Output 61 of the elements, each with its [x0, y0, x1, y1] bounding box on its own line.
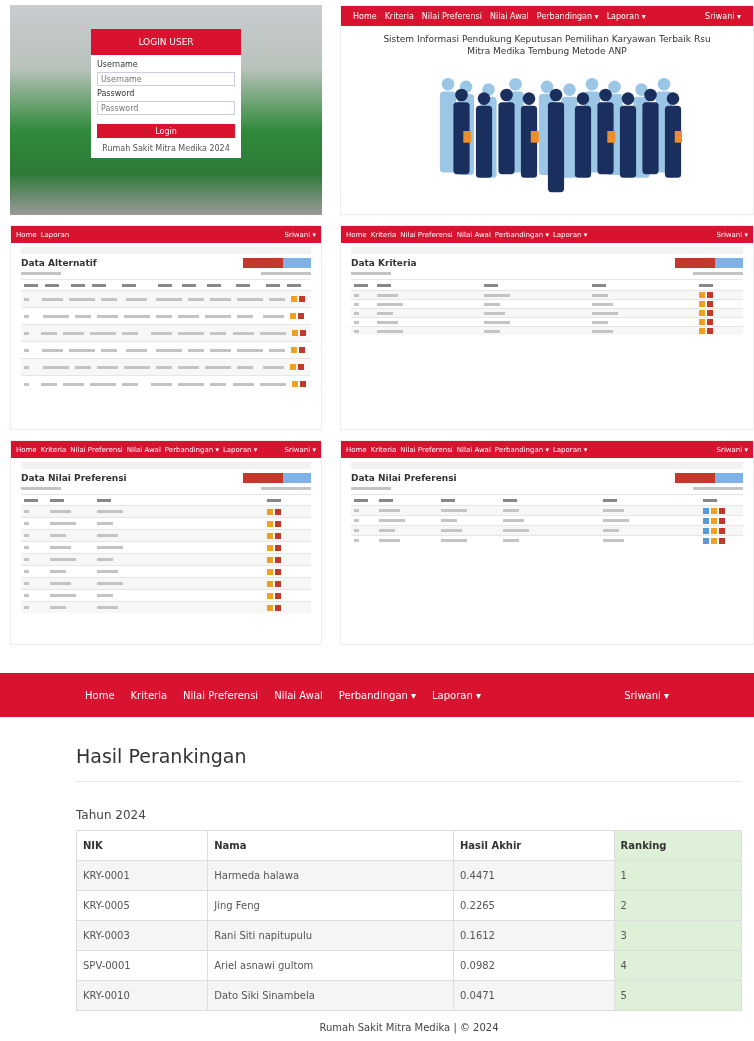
- table-cell: KRY-0010: [76, 980, 208, 1011]
- table-cell: 1: [614, 860, 742, 891]
- system-title: Sistem Informasi Pendukung Keputusan Pemilihan Karyawan Terbaik Rsu Mitra Medika Tembung Metode ANP: [382, 33, 712, 58]
- field-label: Username: [97, 60, 139, 69]
- table-cell: 2: [614, 890, 742, 921]
- input-field[interactable]: Password: [97, 101, 235, 115]
- page-title: Data Alternatif: [21, 258, 97, 268]
- add-button[interactable]: [243, 258, 283, 268]
- print-button[interactable]: [715, 258, 743, 268]
- nav-link[interactable]: Perbandingan ▾: [338, 689, 417, 701]
- column-header: Hasil Akhir: [453, 830, 615, 861]
- table-cell: Harmeda halawa: [207, 860, 454, 891]
- add-button[interactable]: [243, 473, 283, 483]
- print-button[interactable]: [283, 473, 311, 483]
- nav-link[interactable]: Home: [85, 689, 115, 701]
- table-cell: 4: [614, 950, 742, 981]
- year-label: Tahun 2024: [76, 808, 147, 822]
- table-cell: Dato Siki Sinambela: [207, 980, 454, 1011]
- footer-text: Rumah Sakit Mitra Medika | © 2024: [318, 1021, 500, 1036]
- nav-link[interactable]: Laporan ▾: [606, 11, 646, 21]
- column-header: Ranking: [614, 830, 742, 861]
- table-cell: 0.1612: [453, 920, 615, 951]
- table-cell: 5: [614, 980, 742, 1011]
- nav-link[interactable]: Nilai Awal: [489, 11, 529, 21]
- nav-link[interactable]: Nilai Preferensi: [183, 689, 259, 701]
- table-cell: SPV-0001: [76, 950, 208, 981]
- page-title: Data Kriteria: [351, 258, 417, 268]
- table-cell: KRY-0001: [76, 860, 208, 891]
- user-menu[interactable]: Sriwani ▾: [705, 11, 741, 21]
- login-button[interactable]: Login: [97, 124, 235, 138]
- table-cell: 0.0471: [453, 980, 615, 1011]
- nav-link[interactable]: Laporan ▾: [432, 689, 481, 701]
- table-cell: Rani Siti napitupulu: [207, 920, 454, 951]
- add-button[interactable]: [675, 258, 715, 268]
- input-field[interactable]: Username: [97, 72, 235, 86]
- table-cell: 0.0982: [453, 950, 615, 981]
- table-cell: Ariel asnawi gultom: [207, 950, 454, 981]
- table-cell: 3: [614, 920, 742, 951]
- footer-text: Rumah Sakit Mitra Medika 2024: [101, 144, 231, 153]
- nav-link[interactable]: Perbandingan ▾: [536, 11, 599, 21]
- login-title: LOGIN USER: [91, 29, 241, 55]
- nav-link[interactable]: Nilai Preferensi: [421, 11, 482, 21]
- user-menu[interactable]: Sriwani ▾: [624, 689, 669, 701]
- table-cell: KRY-0003: [76, 920, 208, 951]
- page-title: Hasil Perankingan: [76, 745, 742, 782]
- nav-link[interactable]: Kriteria: [130, 689, 168, 701]
- table-cell: KRY-0005: [76, 890, 208, 921]
- table-cell: 0.4471: [453, 860, 615, 891]
- field-label: Password: [97, 89, 136, 98]
- nav-link[interactable]: Home: [353, 11, 377, 21]
- page-title: Data Nilai Preferensi: [351, 473, 457, 483]
- add-button[interactable]: [675, 473, 715, 483]
- print-button[interactable]: [283, 258, 311, 268]
- nav-link[interactable]: Nilai Awal: [274, 689, 323, 701]
- table-cell: 0.2265: [453, 890, 615, 921]
- nav-link[interactable]: Kriteria: [384, 11, 414, 21]
- table-cell: Jing Feng: [207, 890, 454, 921]
- column-header: NIK: [76, 830, 208, 861]
- page-title: Data Nilai Preferensi: [21, 473, 127, 483]
- print-button[interactable]: [715, 473, 743, 483]
- column-header: Nama: [207, 830, 454, 861]
